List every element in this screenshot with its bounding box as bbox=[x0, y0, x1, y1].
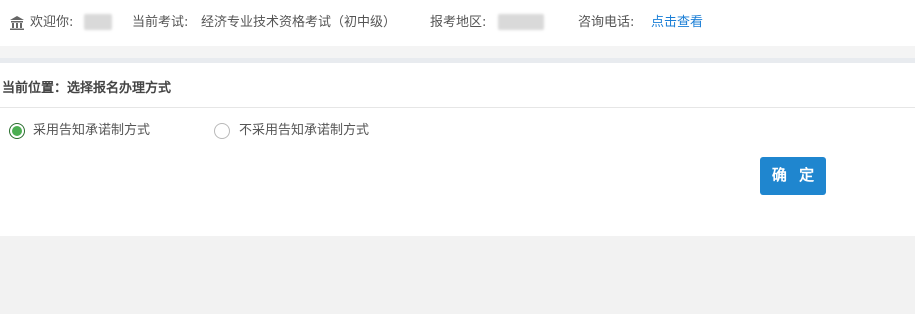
region-label: 报考地区: bbox=[430, 15, 487, 30]
divider bbox=[0, 107, 915, 108]
phone-label: 咨询电话: bbox=[578, 15, 635, 30]
exam-value: 经济专业技术资格考试（初中级） bbox=[201, 15, 397, 30]
phone-link[interactable]: 点击查看 bbox=[651, 14, 703, 32]
confirm-button[interactable]: 确 定 bbox=[760, 157, 826, 195]
radio-commitment[interactable] bbox=[9, 123, 25, 139]
region-redacted bbox=[498, 14, 544, 30]
exam-label: 当前考试: bbox=[132, 15, 189, 30]
content-panel: 当前位置：选择报名办理方式 采用告知承诺制方式 不采用告知承诺制方式 确 定 bbox=[0, 63, 915, 236]
top-bar: 欢迎你: 当前考试: 经济专业技术资格考试（初中级） 报考地区: 咨询电话: 点… bbox=[0, 0, 915, 46]
radio-no-commitment[interactable] bbox=[214, 123, 230, 139]
radio-commitment-label[interactable]: 采用告知承诺制方式 bbox=[33, 123, 150, 139]
welcome-label: 欢迎你: bbox=[30, 15, 74, 30]
breadcrumb: 当前位置：选择报名办理方式 bbox=[2, 81, 172, 96]
bank-icon bbox=[10, 16, 24, 30]
username-redacted bbox=[84, 14, 112, 30]
radio-no-commitment-label[interactable]: 不采用告知承诺制方式 bbox=[239, 123, 369, 139]
